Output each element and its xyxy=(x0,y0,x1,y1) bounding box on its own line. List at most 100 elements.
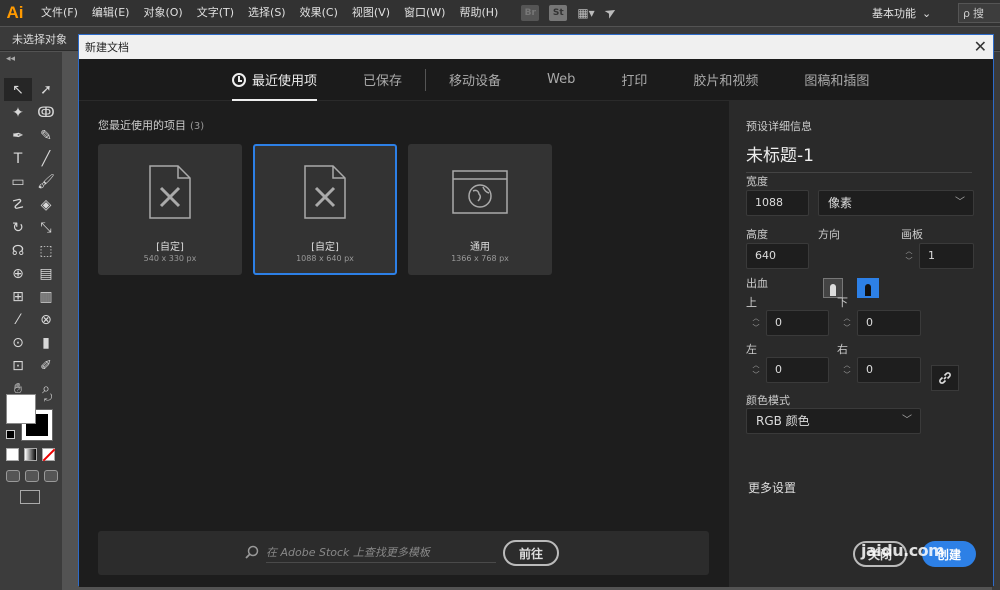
tab-art-illustration[interactable]: 图稿和插图 xyxy=(781,59,892,101)
curvature-tool-icon[interactable]: ✎ xyxy=(32,124,60,147)
menu-edit[interactable]: 编辑(E) xyxy=(85,0,137,26)
pen-tool-icon[interactable]: ✒ xyxy=(4,124,32,147)
color-mode-value: RGB 颜色 xyxy=(756,414,810,428)
shape-builder-tool-icon[interactable]: ⊕ xyxy=(4,262,32,285)
shaper-tool-icon[interactable]: ☡ xyxy=(4,193,32,216)
new-document-dialog: 新建文档 ✕ 最近使用项 已保存 移动设备 Web 打印 胶片和视频 图稿和插图… xyxy=(78,34,994,587)
dialog-title: 新建文档 xyxy=(85,41,129,54)
artboards-stepper[interactable]: ︿ ﹀ xyxy=(902,243,916,269)
gradient-mode-icon[interactable] xyxy=(24,448,37,461)
clock-icon xyxy=(232,72,246,87)
tab-film-video[interactable]: 胶片和视频 xyxy=(670,59,781,101)
swap-colors-icon[interactable]: ⤾ xyxy=(44,393,52,404)
unit-select[interactable]: 像素 ﹀ xyxy=(818,190,974,216)
none-mode-icon[interactable] xyxy=(42,448,56,462)
warp-tool-icon[interactable]: ☊ xyxy=(4,239,32,262)
line-tool-icon[interactable]: ╱ xyxy=(32,147,60,170)
bleed-right-input[interactable]: 0 xyxy=(857,357,921,383)
column-graph-tool-icon[interactable]: ▮ xyxy=(32,331,60,354)
tab-saved[interactable]: 已保存 xyxy=(340,59,425,101)
slice-tool-icon[interactable]: ✐ xyxy=(32,354,60,377)
screen-mode-icon[interactable] xyxy=(20,490,40,504)
menu-select[interactable]: 选择(S) xyxy=(241,0,293,26)
chevron-down-icon: ﹀ xyxy=(752,324,760,332)
eraser-tool-icon[interactable]: ◈ xyxy=(32,193,60,216)
preset-tabs: 最近使用项 已保存 移动设备 Web 打印 胶片和视频 图稿和插图 xyxy=(79,59,993,101)
bleed-bottom-stepper[interactable]: ︿ ﹀ xyxy=(840,310,854,336)
close-icon[interactable]: ✕ xyxy=(974,37,987,56)
menu-file[interactable]: 文件(F) xyxy=(34,0,85,26)
chevron-down-icon: ⌄ xyxy=(922,6,932,20)
bleed-left-input[interactable]: 0 xyxy=(766,357,829,383)
workspace-switcher[interactable]: 基本功能 ⌄ xyxy=(872,0,931,26)
selection-tool-icon[interactable]: ↖ xyxy=(4,78,32,101)
rectangle-tool-icon[interactable]: ▭ xyxy=(4,170,32,193)
document-name-input[interactable]: 未标题-1 xyxy=(746,141,972,173)
recent-presets-pane: 您最近使用的项目 (3) [自定] 540 x 330 px [自定] 1088… xyxy=(79,101,729,587)
tab-recent[interactable]: 最近使用项 xyxy=(209,59,340,101)
stock-icon[interactable]: St xyxy=(549,5,568,21)
menu-view[interactable]: 视图(V) xyxy=(345,0,397,26)
chevron-down-icon: ﹀ xyxy=(955,197,965,208)
tab-print[interactable]: 打印 xyxy=(598,59,670,101)
free-transform-tool-icon[interactable]: ⬚ xyxy=(32,239,60,262)
color-mode-buttons xyxy=(6,448,56,462)
collapse-panel-icon[interactable]: ◂◂ xyxy=(0,52,62,66)
menu-bar: Ai 文件(F) 编辑(E) 对象(O) 文字(T) 选择(S) 效果(C) 视… xyxy=(0,0,1000,26)
mesh-tool-icon[interactable]: ⊞ xyxy=(4,285,32,308)
default-colors-icon[interactable] xyxy=(6,430,15,439)
menu-effect[interactable]: 效果(C) xyxy=(293,0,345,26)
artboards-input[interactable]: 1 xyxy=(919,243,974,269)
preset-size: 1088 x 640 px xyxy=(296,254,354,263)
tab-web[interactable]: Web xyxy=(524,59,598,101)
search-stock-input[interactable]: ρ 搜 xyxy=(958,3,1000,23)
bleed-top-stepper[interactable]: ︿ ﹀ xyxy=(749,310,763,336)
lasso-tool-icon[interactable]: ↂ xyxy=(32,101,60,124)
width-label: 宽度 xyxy=(746,175,768,188)
document-icon xyxy=(304,165,346,219)
bleed-left-stepper[interactable]: ︿ ﹀ xyxy=(749,357,763,383)
bleed-right-stepper[interactable]: ︿ ﹀ xyxy=(840,357,854,383)
preset-size: 1366 x 768 px xyxy=(451,254,509,263)
menu-type[interactable]: 文字(T) xyxy=(190,0,241,26)
more-settings-link[interactable]: 更多设置 xyxy=(748,479,796,496)
height-input[interactable]: 640 xyxy=(746,243,809,269)
rotate-tool-icon[interactable]: ↻ xyxy=(4,216,32,239)
artboard-tool-icon[interactable]: ⊡ xyxy=(4,354,32,377)
magic-wand-tool-icon[interactable]: ✦ xyxy=(4,101,32,124)
direct-selection-tool-icon[interactable]: ➚ xyxy=(32,78,60,101)
draw-inside-icon[interactable] xyxy=(44,470,58,482)
perspective-grid-tool-icon[interactable]: ▤ xyxy=(32,262,60,285)
preset-details-pane: 预设详细信息 未标题-1 宽度 1088 像素 ﹀ 高度 640 方向 画板 ︿… xyxy=(729,101,993,587)
landscape-orientation-icon[interactable] xyxy=(857,278,879,298)
arrange-documents-icon[interactable]: ▦▾ xyxy=(577,6,594,20)
link-bleed-button[interactable] xyxy=(931,365,959,391)
gradient-tool-icon[interactable]: ▥ xyxy=(32,285,60,308)
paintbrush-tool-icon[interactable]: 🖌︎ xyxy=(32,170,60,193)
tab-mobile[interactable]: 移动设备 xyxy=(426,59,524,101)
menu-help[interactable]: 帮助(H) xyxy=(452,0,505,26)
type-tool-icon[interactable]: T xyxy=(4,147,32,170)
bleed-top-input[interactable]: 0 xyxy=(766,310,829,336)
search-icon xyxy=(245,545,259,559)
bleed-bottom-input[interactable]: 0 xyxy=(857,310,921,336)
send-icon[interactable]: ➤ xyxy=(601,3,619,23)
blend-tool-icon[interactable]: ⊗ xyxy=(32,308,60,331)
draw-behind-icon[interactable] xyxy=(25,470,39,482)
menu-window[interactable]: 窗口(W) xyxy=(397,0,452,26)
color-mode-select[interactable]: RGB 颜色 ﹀ xyxy=(746,408,921,434)
scale-tool-icon[interactable]: ⤡ xyxy=(32,216,60,239)
bridge-icon[interactable]: Br xyxy=(521,5,540,21)
symbol-sprayer-tool-icon[interactable]: ⊙ xyxy=(4,331,32,354)
preset-card[interactable]: 通用 1366 x 768 px xyxy=(408,144,552,275)
width-input[interactable]: 1088 xyxy=(746,190,809,216)
fill-swatch[interactable] xyxy=(6,394,36,424)
color-mode-icon[interactable] xyxy=(6,448,19,461)
draw-normal-icon[interactable] xyxy=(6,470,20,482)
eyedropper-tool-icon[interactable]: ⁄ xyxy=(4,308,32,331)
preset-card-selected[interactable]: [自定] 1088 x 640 px xyxy=(253,144,397,275)
stock-search-input[interactable]: 在 Adobe Stock 上查找更多模板 xyxy=(266,543,496,563)
preset-card[interactable]: [自定] 540 x 330 px xyxy=(98,144,242,275)
menu-object[interactable]: 对象(O) xyxy=(136,0,189,26)
go-button[interactable]: 前往 xyxy=(503,540,559,566)
